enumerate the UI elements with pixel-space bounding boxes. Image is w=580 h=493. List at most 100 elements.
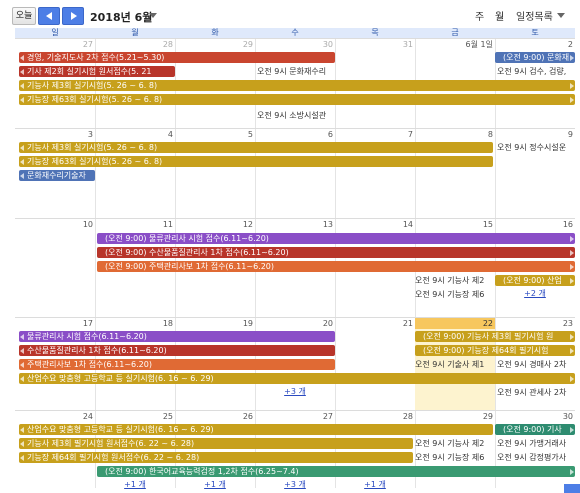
chevron-right-icon (71, 12, 77, 20)
event-bar[interactable]: 경영, 기술지도사 2차 접수(5.21~5.30) (19, 52, 335, 63)
event-item[interactable]: 오전 9시 기능사 제2 (415, 438, 493, 449)
weekday-tue: 화 (211, 28, 219, 37)
event-item[interactable]: 오전 9시 기능장 제6 (415, 452, 493, 463)
event-item[interactable]: 오전 9시 검수, 검량, (497, 66, 575, 77)
more-events-link[interactable]: +3 개 (255, 387, 335, 397)
view-agenda-button[interactable]: 일정목록 (516, 8, 553, 23)
more-events-link[interactable]: +1 개 (175, 480, 255, 490)
event-bar[interactable]: 주택관리사보 1차 접수(6.11~6.20) (19, 359, 335, 370)
event-bar[interactable]: 기능장 제63회 실기시험(5. 26 ~ 6. 8) (19, 156, 493, 167)
event-bar[interactable]: 산업수요 맞춤형 고등학교 등 실기시험(6. 16 ~ 6. 29) (19, 424, 493, 435)
day-number[interactable]: 7 (335, 129, 413, 140)
day-number[interactable]: 6 (255, 129, 333, 140)
day-number[interactable]: 12 (175, 219, 253, 230)
more-events-link[interactable]: +3 개 (255, 480, 335, 490)
weekday-mon: 월 (131, 28, 139, 37)
day-number[interactable]: 11 (95, 219, 173, 230)
event-bar[interactable]: (오전 9:00) 기사 (495, 424, 575, 435)
day-number[interactable]: 5 (175, 129, 253, 140)
event-bar[interactable]: 기사 제2회 실기시험 원서접수(5. 21 (19, 66, 175, 77)
day-number[interactable]: 2 (495, 39, 573, 50)
day-number[interactable]: 9 (495, 129, 573, 140)
month-title[interactable]: 2018년 6월 (90, 9, 152, 25)
day-number[interactable]: 21 (335, 318, 413, 329)
event-bar[interactable]: 기능사 제3회 실기시험(5. 26 ~ 6. 8) (19, 142, 493, 153)
day-number[interactable]: 4 (95, 129, 173, 140)
week-row-3: 10 11 12 13 14 15 16 (오전 9:00) 물류관리사 시험 … (15, 218, 575, 318)
view-dropdown-icon[interactable] (557, 13, 565, 18)
event-bar[interactable]: (오전 9:00) 물류관리사 시험 접수(6.11~6.20) (97, 233, 575, 244)
day-number[interactable]: 18 (95, 318, 173, 329)
day-number[interactable]: 19 (175, 318, 253, 329)
event-item[interactable]: 오전 9시 가맹거래사 (497, 438, 575, 449)
day-number[interactable]: 6월 1일 (415, 39, 493, 50)
event-bar[interactable]: (오전 9:00) 산업 (495, 275, 575, 286)
day-number[interactable]: 27 (15, 39, 93, 50)
day-number[interactable]: 23 (495, 318, 573, 329)
event-bar[interactable]: (오전 9:00) 수산물품질관리사 1차 접수(6.11~6.20) (97, 247, 575, 258)
event-bar[interactable]: (오전 9:00) 기능장 제64회 필기시험 (415, 345, 575, 356)
event-item[interactable]: 오전 9시 문화재수리 (257, 66, 335, 77)
day-number[interactable]: 16 (495, 219, 573, 230)
day-number[interactable]: 26 (175, 411, 253, 422)
weekday-wed: 수 (291, 28, 299, 37)
more-events-link[interactable]: +1 개 (95, 480, 175, 490)
day-number[interactable]: 10 (15, 219, 93, 230)
event-bar[interactable]: 물류관리사 시험 접수(6.11~6.20) (19, 331, 335, 342)
day-number[interactable]: 25 (95, 411, 173, 422)
today-day-number[interactable]: 22 (415, 318, 495, 329)
weekday-thu: 목 (371, 28, 379, 37)
day-number[interactable]: 30 (255, 39, 333, 50)
day-number[interactable]: 29 (415, 411, 493, 422)
day-number[interactable]: 30 (495, 411, 573, 422)
event-item[interactable]: 오전 9시 정수시설운 (497, 142, 575, 153)
event-item[interactable]: 오전 9시 경매사 2차 (497, 359, 575, 370)
event-bar[interactable]: 산업수요 맞춤형 고등학교 등 실기시험(6. 16 ~ 6. 29) (19, 373, 575, 384)
day-number[interactable]: 13 (255, 219, 333, 230)
day-number[interactable]: 8 (415, 129, 493, 140)
day-number[interactable]: 17 (15, 318, 93, 329)
day-number[interactable]: 14 (335, 219, 413, 230)
event-bar[interactable]: (오전 9:00) 주택관리사보 1차 접수(6.11~6.20) (97, 261, 575, 272)
view-week-button[interactable]: 주 (475, 8, 484, 23)
day-number[interactable]: 28 (95, 39, 173, 50)
event-bar[interactable]: (오전 9:00) 한국어교육능력검정 1,2차 접수(6.25~7.4) (97, 466, 575, 477)
event-item[interactable]: 오전 9시 기술사 제1 (415, 359, 493, 370)
view-month-button[interactable]: 월 (495, 8, 504, 23)
week-row-4: 17 18 19 20 21 22 23 물류관리사 시험 접수(6.11~6.… (15, 317, 575, 411)
event-item[interactable]: 오전 9시 관세사 2차 (497, 387, 575, 398)
event-bar[interactable]: 기능사 제3회 필기시험 원서접수(6. 22 ~ 6. 28) (19, 438, 413, 449)
more-events-link[interactable]: +2 개 (495, 289, 575, 299)
weekday-sun: 일 (51, 28, 59, 37)
week-row-2: 3 4 5 6 7 8 9 기능사 제3회 실기시험(5. 26 ~ 6. 8)… (15, 128, 575, 219)
event-bar[interactable]: 문화재수리기술자 (19, 170, 95, 181)
more-events-link[interactable]: +1 개 (335, 480, 415, 490)
day-number[interactable]: 24 (15, 411, 93, 422)
prev-month-button[interactable] (38, 7, 60, 25)
event-bar[interactable]: (오전 9:00) 기능사 제3회 필기시험 원 (415, 331, 575, 342)
event-item[interactable]: 오전 9시 기능장 제6 (415, 289, 493, 300)
chevron-left-icon (46, 12, 52, 20)
event-bar[interactable]: 기능장 제63회 실기시험(5. 26 ~ 6. 8) (19, 94, 575, 105)
event-bar[interactable]: 기능사 제3회 실기시험(5. 26 ~ 6. 8) (19, 80, 575, 91)
day-number[interactable]: 3 (15, 129, 93, 140)
day-number[interactable]: 28 (335, 411, 413, 422)
calendar-toolbar: 오늘 2018년 6월 주 월 일정목록 (0, 0, 580, 28)
event-bar[interactable]: (오전 9:00) 문화재 (495, 52, 575, 63)
event-item[interactable]: 오전 9시 기능사 제2 (415, 275, 493, 286)
day-number[interactable]: 29 (175, 39, 253, 50)
day-number[interactable]: 31 (335, 39, 413, 50)
day-number[interactable]: 27 (255, 411, 333, 422)
day-number[interactable]: 20 (255, 318, 333, 329)
event-bar[interactable]: 기능장 제64회 필기시험 원서접수(6. 22 ~ 6. 28) (19, 452, 413, 463)
next-month-button[interactable] (62, 7, 84, 25)
event-item[interactable]: 오전 9시 감정평가사 (497, 452, 575, 463)
today-button[interactable]: 오늘 (12, 7, 36, 25)
event-item[interactable]: 오전 9시 소방시설관 (257, 110, 335, 121)
day-number[interactable]: 15 (415, 219, 493, 230)
chevron-down-icon[interactable] (149, 13, 157, 18)
event-bar[interactable]: 수산물품질관리사 1차 접수(6.11~6.20) (19, 345, 335, 356)
scroll-corner[interactable] (564, 484, 580, 493)
weekday-sat: 토 (531, 28, 539, 37)
weekday-header: 일 월 화 수 목 금 토 (15, 28, 575, 38)
